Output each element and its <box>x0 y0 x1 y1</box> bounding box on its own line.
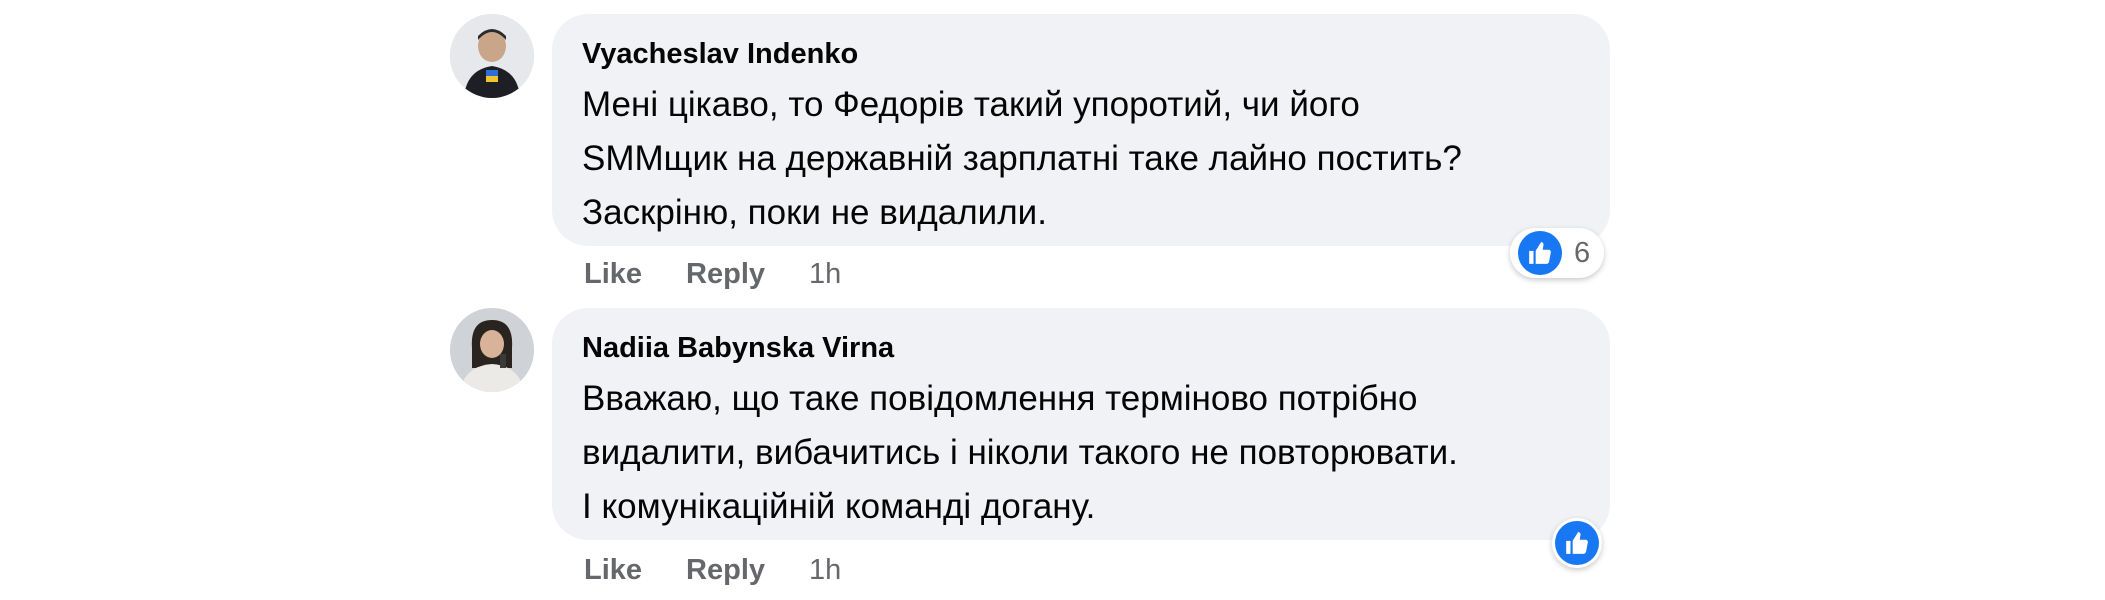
comment-bubble: Vyacheslav Indenko Мені цікаво, то Федор… <box>552 14 1610 246</box>
comment-timestamp[interactable]: 1h <box>809 552 841 588</box>
comment-timestamp[interactable]: 1h <box>809 256 841 292</box>
thumbs-up-icon <box>1555 521 1599 565</box>
comment-text-line: І комунікаційній команді догану. <box>582 487 1096 526</box>
avatar-man-photo <box>450 14 534 98</box>
avatar-woman-photo <box>450 308 534 392</box>
avatar[interactable] <box>450 308 534 392</box>
comment-author[interactable]: Vyacheslav Indenko <box>582 36 1580 72</box>
thumbs-up-icon <box>1518 231 1562 275</box>
reply-link[interactable]: Reply <box>686 552 765 588</box>
comment-actions: Like Reply 1h <box>584 552 841 588</box>
comment-text-line: Мені цікаво, то Федорів такий упоротий, … <box>582 85 1360 124</box>
comment-text-line: SMMщик на державній зарплатні таке лайно… <box>582 139 1462 178</box>
avatar[interactable] <box>450 14 534 98</box>
comment-text-line: Заскріню, поки не видалили. <box>582 193 1047 232</box>
reaction-badge[interactable] <box>1552 518 1602 568</box>
comment-text-line: видалити, вибачитись і ніколи такого не … <box>582 433 1458 472</box>
reaction-badge[interactable]: 6 <box>1510 228 1605 278</box>
comment-author[interactable]: Nadiia Babynska Virna <box>582 330 1580 366</box>
comment-actions: Like Reply 1h <box>584 256 841 292</box>
comment-bubble: Nadiia Babynska Virna Вважаю, що таке по… <box>552 308 1610 540</box>
reply-link[interactable]: Reply <box>686 256 765 292</box>
like-link[interactable]: Like <box>584 256 642 292</box>
reaction-count: 6 <box>1574 236 1591 269</box>
like-link[interactable]: Like <box>584 552 642 588</box>
comment-text-line: Вважаю, що таке повідомлення терміново п… <box>582 379 1418 418</box>
